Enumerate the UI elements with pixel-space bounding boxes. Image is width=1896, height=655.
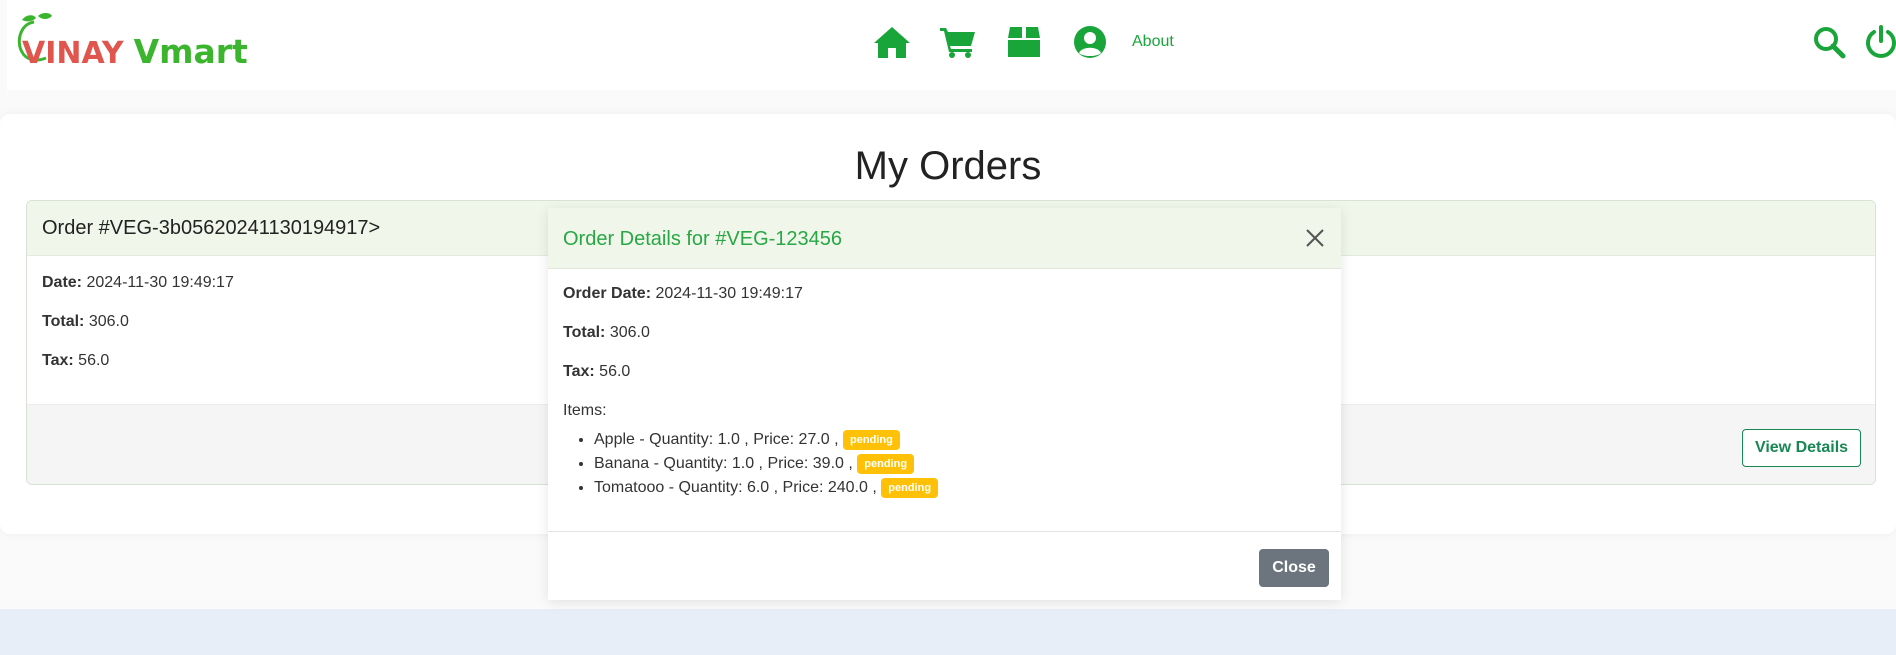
brand-logo[interactable]: VINAY Vmart bbox=[12, 12, 252, 72]
home-icon[interactable] bbox=[872, 22, 912, 62]
modal-tax: Tax: 56.0 bbox=[563, 363, 631, 380]
user-circle-icon[interactable] bbox=[1070, 22, 1110, 62]
status-badge: pending bbox=[843, 430, 900, 450]
about-link[interactable]: About bbox=[1132, 33, 1174, 51]
item-text: Tomatooo - Quantity: 6.0 , Price: 240.0 … bbox=[594, 479, 877, 496]
status-badge: pending bbox=[857, 454, 915, 474]
modal-total: Total: 306.0 bbox=[563, 324, 650, 341]
close-button[interactable]: Close bbox=[1259, 549, 1329, 587]
power-icon[interactable] bbox=[1861, 22, 1896, 62]
main-nav: About bbox=[872, 22, 1174, 62]
modal-title: Order Details for #VEG-123456 bbox=[563, 228, 843, 250]
cart-icon[interactable] bbox=[938, 22, 978, 62]
brand-name-part1: VINAY bbox=[22, 36, 124, 71]
items-label: Items: bbox=[563, 402, 607, 419]
box-icon[interactable] bbox=[1004, 22, 1044, 62]
item-text: Banana - Quantity: 1.0 , Price: 39.0 , bbox=[594, 455, 853, 472]
modal-footer: Close bbox=[548, 531, 1341, 600]
modal-body: Order Date: 2024-11-30 19:49:17 Total: 3… bbox=[548, 269, 1341, 500]
search-icon[interactable] bbox=[1809, 22, 1849, 62]
close-icon[interactable] bbox=[1303, 226, 1327, 250]
list-item: Tomatooo - Quantity: 6.0 , Price: 240.0 … bbox=[594, 476, 1326, 500]
page-title: My Orders bbox=[854, 144, 1042, 188]
navbar: VINAY Vmart About bbox=[7, 0, 1896, 90]
modal-header: Order Details for #VEG-123456 bbox=[548, 208, 1341, 269]
brand-name-part2: Vmart bbox=[133, 32, 248, 71]
status-badge: pending bbox=[881, 478, 939, 498]
items-list: Apple - Quantity: 1.0 , Price: 27.0 , pe… bbox=[563, 428, 1326, 500]
view-details-button[interactable]: View Details bbox=[1742, 429, 1861, 467]
list-item: Banana - Quantity: 1.0 , Price: 39.0 , p… bbox=[594, 452, 1326, 476]
item-text: Apple - Quantity: 1.0 , Price: 27.0 , bbox=[594, 431, 839, 448]
order-details-modal: Order Details for #VEG-123456 Order Date… bbox=[548, 208, 1341, 600]
list-item: Apple - Quantity: 1.0 , Price: 27.0 , pe… bbox=[594, 428, 1326, 452]
modal-order-date: Order Date: 2024-11-30 19:49:17 bbox=[563, 285, 803, 302]
nav-right bbox=[1809, 22, 1896, 62]
